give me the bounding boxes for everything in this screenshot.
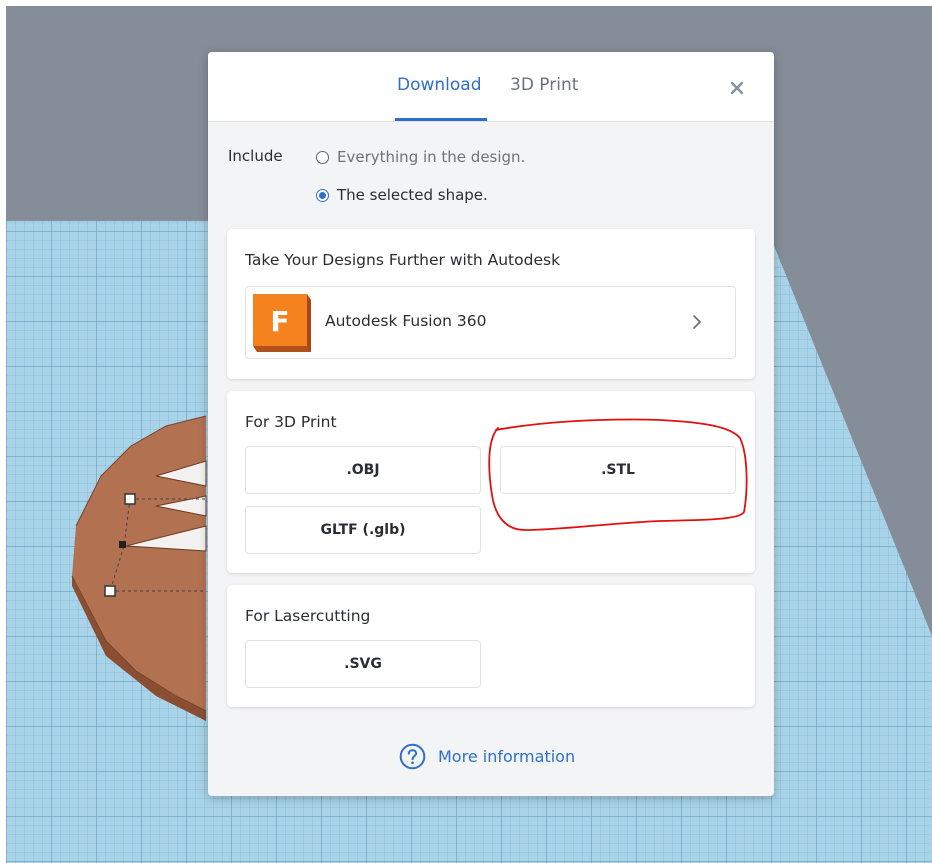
- fusion-360-label: Autodesk Fusion 360: [325, 312, 487, 330]
- more-information-label: More information: [438, 746, 576, 766]
- radio-selected-shape[interactable]: The selected shape.: [316, 184, 488, 206]
- selection-handle[interactable]: [124, 493, 136, 505]
- fusion-360-button[interactable]: F Autodesk Fusion 360: [245, 286, 736, 359]
- active-tab-indicator: [395, 118, 487, 121]
- radio-label: Everything in the design.: [337, 148, 526, 166]
- card-title: For 3D Print: [245, 413, 337, 431]
- card-title: Take Your Designs Further with Autodesk: [245, 251, 561, 269]
- stl-button[interactable]: .STL: [500, 446, 736, 494]
- lasercutting-card: For Lasercutting .SVG: [227, 585, 755, 707]
- download-dialog: Download 3D Print Include Everything in …: [208, 52, 774, 796]
- selection-handle[interactable]: [119, 541, 126, 548]
- card-title: For Lasercutting: [245, 607, 371, 625]
- radio-label: The selected shape.: [337, 186, 488, 204]
- fusion-360-logo-icon: F: [253, 294, 311, 352]
- autodesk-card: Take Your Designs Further with Autodesk …: [227, 229, 755, 379]
- help-circle-icon: [399, 743, 426, 769]
- 3d-print-card: For 3D Print .OBJ .STL GLTF (.glb): [227, 391, 755, 573]
- obj-button[interactable]: .OBJ: [245, 446, 481, 494]
- close-icon: [730, 81, 744, 95]
- tab-download[interactable]: Download: [397, 72, 482, 98]
- selection-handle[interactable]: [104, 585, 116, 597]
- more-information-link[interactable]: More information: [399, 742, 575, 770]
- tab-3d-print[interactable]: 3D Print: [510, 72, 578, 98]
- chevron-right-icon: [693, 315, 701, 329]
- svg-text:F: F: [270, 305, 289, 338]
- dialog-header: Download 3D Print: [208, 52, 774, 122]
- radio-button-checked[interactable]: [316, 188, 329, 202]
- radio-button[interactable]: [316, 150, 329, 164]
- include-label: Include: [228, 147, 283, 165]
- svg-button[interactable]: .SVG: [245, 640, 481, 688]
- gltf-button[interactable]: GLTF (.glb): [245, 506, 481, 554]
- close-button[interactable]: [725, 76, 749, 100]
- radio-everything[interactable]: Everything in the design.: [316, 146, 525, 168]
